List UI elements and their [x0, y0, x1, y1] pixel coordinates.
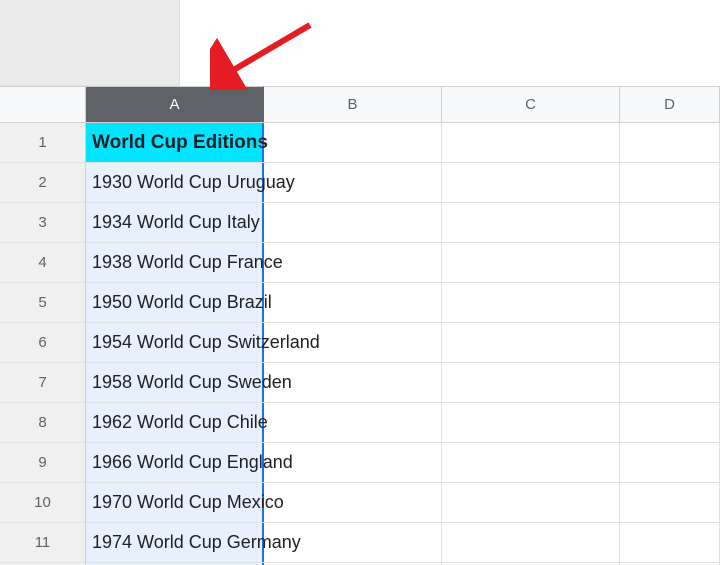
- column-headers-row: A B C D: [0, 86, 720, 123]
- cell-c9[interactable]: [442, 443, 620, 482]
- table-row: 7 1958 World Cup Sweden: [0, 363, 720, 403]
- cell-c6[interactable]: [442, 323, 620, 362]
- cell-b5[interactable]: [264, 283, 442, 322]
- row-header-7[interactable]: 7: [0, 363, 86, 402]
- cell-c1[interactable]: [442, 123, 620, 162]
- row-header-1[interactable]: 1: [0, 123, 86, 162]
- cell-a6[interactable]: 1954 World Cup Switzerland: [86, 323, 264, 362]
- table-row: 2 1930 World Cup Uruguay: [0, 163, 720, 203]
- cell-b8[interactable]: [264, 403, 442, 442]
- column-header-a[interactable]: A: [86, 86, 264, 122]
- cell-a9[interactable]: 1966 World Cup England: [86, 443, 264, 482]
- cell-b10[interactable]: [264, 483, 442, 522]
- top-toolbar-area: [0, 0, 720, 86]
- row-header-5[interactable]: 5: [0, 283, 86, 322]
- cell-c8[interactable]: [442, 403, 620, 442]
- select-all-corner[interactable]: [0, 86, 86, 122]
- cell-d2[interactable]: [620, 163, 720, 202]
- cell-c3[interactable]: [442, 203, 620, 242]
- cell-d7[interactable]: [620, 363, 720, 402]
- cell-a8[interactable]: 1962 World Cup Chile: [86, 403, 264, 442]
- row-header-10[interactable]: 10: [0, 483, 86, 522]
- cell-c11[interactable]: [442, 523, 620, 562]
- cell-c5[interactable]: [442, 283, 620, 322]
- row-header-2[interactable]: 2: [0, 163, 86, 202]
- cell-d6[interactable]: [620, 323, 720, 362]
- cell-a11[interactable]: 1974 World Cup Germany: [86, 523, 264, 562]
- table-row: 6 1954 World Cup Switzerland: [0, 323, 720, 363]
- row-header-11[interactable]: 11: [0, 523, 86, 562]
- row-header-6[interactable]: 6: [0, 323, 86, 362]
- cell-b1[interactable]: [264, 123, 442, 162]
- column-header-b[interactable]: B: [264, 86, 442, 122]
- row-header-4[interactable]: 4: [0, 243, 86, 282]
- column-header-c[interactable]: C: [442, 86, 620, 122]
- cell-b4[interactable]: [264, 243, 442, 282]
- table-row: 5 1950 World Cup Brazil: [0, 283, 720, 323]
- cell-d3[interactable]: [620, 203, 720, 242]
- table-row: 1 World Cup Editions: [0, 123, 720, 163]
- table-row: 8 1962 World Cup Chile: [0, 403, 720, 443]
- cell-a4[interactable]: 1938 World Cup France: [86, 243, 264, 282]
- cell-a10[interactable]: 1970 World Cup Mexico: [86, 483, 264, 522]
- cell-a5[interactable]: 1950 World Cup Brazil: [86, 283, 264, 322]
- formula-bar-area: [0, 0, 180, 86]
- cell-a7[interactable]: 1958 World Cup Sweden: [86, 363, 264, 402]
- grid-rows: 1 World Cup Editions 2 1930 World Cup Ur…: [0, 123, 720, 565]
- cell-d11[interactable]: [620, 523, 720, 562]
- cell-a3[interactable]: 1934 World Cup Italy: [86, 203, 264, 242]
- row-header-3[interactable]: 3: [0, 203, 86, 242]
- table-row: 11 1974 World Cup Germany: [0, 523, 720, 563]
- cell-c4[interactable]: [442, 243, 620, 282]
- cell-d9[interactable]: [620, 443, 720, 482]
- cell-c7[interactable]: [442, 363, 620, 402]
- column-header-d[interactable]: D: [620, 86, 720, 122]
- table-row: 4 1938 World Cup France: [0, 243, 720, 283]
- cell-d4[interactable]: [620, 243, 720, 282]
- row-header-8[interactable]: 8: [0, 403, 86, 442]
- cell-d5[interactable]: [620, 283, 720, 322]
- cell-d1[interactable]: [620, 123, 720, 162]
- cell-c10[interactable]: [442, 483, 620, 522]
- row-header-9[interactable]: 9: [0, 443, 86, 482]
- arrow-annotation-icon: [210, 20, 320, 90]
- table-row: 3 1934 World Cup Italy: [0, 203, 720, 243]
- spreadsheet: A B C D 1 World Cup Editions 2 1930 Worl…: [0, 0, 720, 565]
- cell-b3[interactable]: [264, 203, 442, 242]
- table-row: 10 1970 World Cup Mexico: [0, 483, 720, 523]
- cell-c2[interactable]: [442, 163, 620, 202]
- table-row: 9 1966 World Cup England: [0, 443, 720, 483]
- cell-a1[interactable]: World Cup Editions: [86, 123, 264, 162]
- cell-d10[interactable]: [620, 483, 720, 522]
- cell-a2[interactable]: 1930 World Cup Uruguay: [86, 163, 264, 202]
- cell-d8[interactable]: [620, 403, 720, 442]
